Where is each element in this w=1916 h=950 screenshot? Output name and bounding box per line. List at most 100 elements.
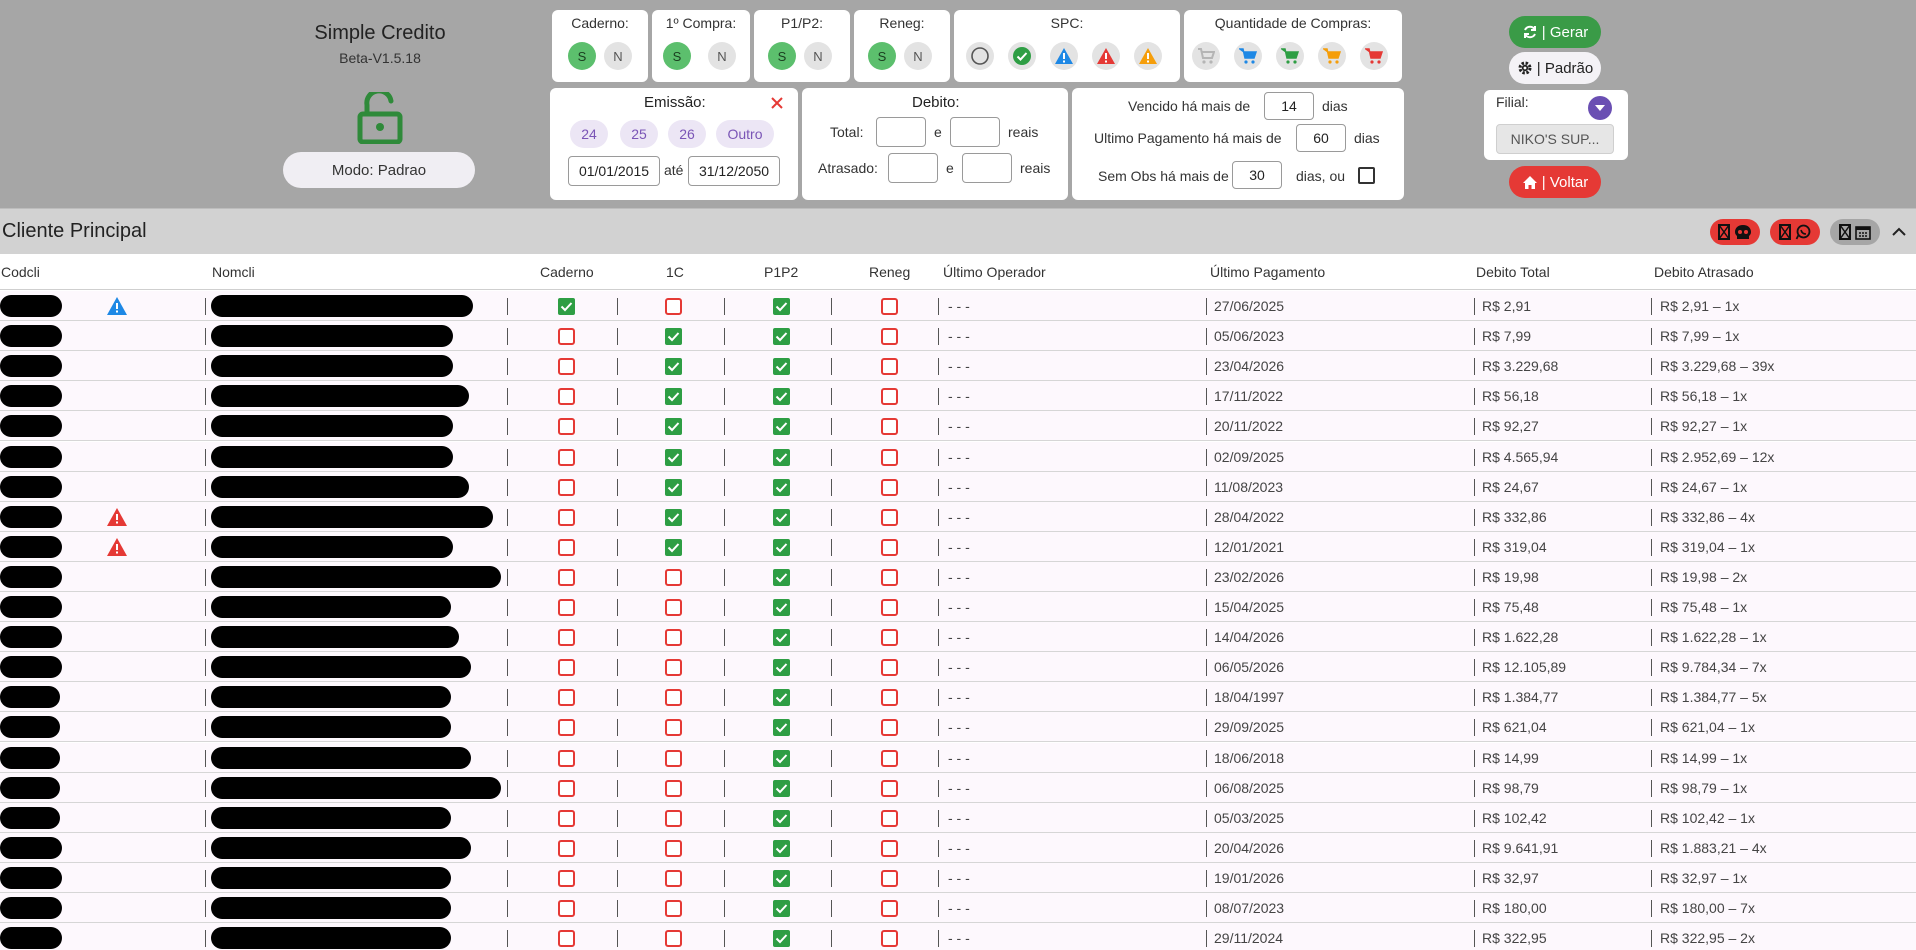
reneg-checkbox[interactable] — [881, 298, 898, 315]
col-ultimo-operador[interactable]: Último Operador — [943, 264, 1046, 280]
c1-checkbox[interactable] — [665, 809, 682, 827]
caderno-checkbox[interactable] — [558, 358, 575, 376]
caderno-checkbox[interactable] — [558, 900, 575, 917]
table-row[interactable]: - - - 14/04/2026 R$ 1.622,28 R$ 1.622,28 – … — [0, 622, 1916, 653]
sem-obs-checkbox[interactable] — [1358, 167, 1375, 184]
unlocked-padlock-icon[interactable] — [357, 88, 403, 145]
caderno-checkbox[interactable] — [558, 599, 575, 616]
c1-checkbox[interactable] — [665, 478, 682, 496]
reneg-n-toggle[interactable]: N — [904, 42, 932, 70]
col-ultimo-pagamento[interactable]: Último Pagamento — [1210, 264, 1325, 280]
p1p2-checkbox[interactable] — [773, 508, 790, 526]
voltar-button[interactable]: | Voltar — [1509, 166, 1601, 198]
empty-circle-icon[interactable] — [966, 42, 994, 70]
block-calendar-button[interactable] — [1830, 219, 1880, 245]
c1-checkbox[interactable] — [665, 599, 682, 616]
p1p2-checkbox[interactable] — [773, 839, 790, 857]
p1p2-checkbox[interactable] — [773, 629, 790, 647]
filial-value-button[interactable]: NIKO'S SUP... — [1496, 124, 1614, 154]
caderno-checkbox[interactable] — [558, 689, 575, 707]
p1p2-checkbox[interactable] — [773, 930, 790, 948]
reneg-checkbox[interactable] — [881, 538, 898, 556]
table-row[interactable]: - - - 29/09/2025 R$ 621,04 R$ 621,04 – 1x — [0, 712, 1916, 743]
filial-dropdown-chevron-down-icon[interactable] — [1588, 96, 1612, 120]
mode-button[interactable]: Modo: Padrao — [283, 152, 475, 188]
c1-checkbox[interactable] — [665, 388, 682, 406]
c1-checkbox[interactable] — [665, 568, 682, 586]
caderno-checkbox[interactable] — [558, 538, 575, 556]
table-row[interactable]: - - - 05/06/2023 R$ 7,99 R$ 7,99 – 1x — [0, 321, 1916, 352]
caderno-checkbox[interactable] — [558, 568, 575, 586]
p1p2-checkbox[interactable] — [773, 358, 790, 376]
table-row[interactable]: - - - 18/04/1997 R$ 1.384,77 R$ 1.384,77 – … — [0, 682, 1916, 713]
c1-checkbox[interactable] — [665, 328, 682, 346]
debito-total-max-input[interactable] — [950, 117, 1000, 147]
caderno-checkbox[interactable] — [558, 749, 575, 767]
col-caderno[interactable]: Caderno — [540, 264, 594, 280]
reneg-checkbox[interactable] — [881, 328, 898, 346]
emissao-year-outro[interactable]: Outro — [716, 120, 774, 148]
c1-checkbox[interactable] — [665, 869, 682, 887]
vencido-days-input[interactable]: 14 — [1264, 92, 1314, 120]
reneg-checkbox[interactable] — [881, 388, 898, 406]
c1-checkbox[interactable] — [665, 629, 682, 647]
p1p2-checkbox[interactable] — [773, 538, 790, 556]
cart-grey-icon[interactable] — [1192, 42, 1220, 70]
cart-green-icon[interactable] — [1276, 42, 1304, 70]
blue-warning-icon[interactable] — [1050, 42, 1078, 70]
caderno-checkbox[interactable] — [558, 298, 575, 315]
emissao-year-25[interactable]: 25 — [620, 120, 658, 148]
c1-checkbox[interactable] — [665, 659, 682, 677]
p1p2-checkbox[interactable] — [773, 689, 790, 707]
reneg-checkbox[interactable] — [881, 930, 898, 948]
caderno-checkbox[interactable] — [558, 809, 575, 827]
caderno-checkbox[interactable] — [558, 629, 575, 647]
caderno-checkbox[interactable] — [558, 719, 575, 737]
ultimo-pagamento-days-input[interactable]: 60 — [1296, 124, 1346, 152]
caderno-checkbox[interactable] — [558, 869, 575, 887]
c1-checkbox[interactable] — [665, 418, 682, 436]
table-row[interactable]: - - - 06/08/2025 R$ 98,79 R$ 98,79 – 1x — [0, 772, 1916, 803]
p1p2-checkbox[interactable] — [773, 749, 790, 767]
reneg-checkbox[interactable] — [881, 779, 898, 797]
c1-checkbox[interactable] — [665, 689, 682, 707]
col-debito-total[interactable]: Debito Total — [1476, 264, 1550, 280]
reneg-checkbox[interactable] — [881, 869, 898, 887]
padrao-button[interactable]: | Padrão — [1509, 52, 1601, 84]
reneg-checkbox[interactable] — [881, 478, 898, 496]
table-row[interactable]: - - - 29/11/2024 R$ 322,95 R$ 322,95 – 2x — [0, 923, 1916, 950]
reneg-checkbox[interactable] — [881, 448, 898, 466]
caderno-checkbox[interactable] — [558, 508, 575, 526]
p1p2-checkbox[interactable] — [773, 659, 790, 677]
block-skull-button[interactable] — [1710, 219, 1760, 245]
table-row[interactable]: - - - 28/04/2022 R$ 332,86 R$ 332,86 – 4x — [0, 501, 1916, 532]
caderno-checkbox[interactable] — [558, 418, 575, 436]
caderno-checkbox[interactable] — [558, 659, 575, 677]
debito-total-min-input[interactable] — [876, 117, 926, 147]
cart-orange-icon[interactable] — [1318, 42, 1346, 70]
debito-atrasado-min-input[interactable] — [888, 153, 938, 183]
check-circle-icon[interactable] — [1008, 42, 1036, 70]
table-row[interactable]: - - - 20/04/2026 R$ 9.641,91 R$ 1.883,21 – … — [0, 832, 1916, 863]
c1-checkbox[interactable] — [665, 900, 682, 917]
table-row[interactable]: - - - 06/05/2026 R$ 12.105,89 R$ 9.784,34 –… — [0, 652, 1916, 683]
col-reneg[interactable]: Reneg — [869, 264, 910, 280]
block-whatsapp-button[interactable] — [1770, 219, 1820, 245]
col-codcli[interactable]: Codcli — [1, 264, 40, 280]
caderno-checkbox[interactable] — [558, 448, 575, 466]
reneg-checkbox[interactable] — [881, 900, 898, 917]
reneg-checkbox[interactable] — [881, 719, 898, 737]
reneg-checkbox[interactable] — [881, 568, 898, 586]
col-nomcli[interactable]: Nomcli — [212, 264, 255, 280]
table-row[interactable]: - - - 23/02/2026 R$ 19,98 R$ 19,98 – 2x — [0, 561, 1916, 592]
clear-emissao-close-icon[interactable] — [768, 94, 786, 112]
reneg-checkbox[interactable] — [881, 689, 898, 707]
table-row[interactable]: - - - 11/08/2023 R$ 24,67 R$ 24,67 – 1x — [0, 471, 1916, 502]
p1p2-checkbox[interactable] — [773, 448, 790, 466]
caderno-checkbox[interactable] — [558, 388, 575, 406]
table-row[interactable]: - - - 23/04/2026 R$ 3.229,68 R$ 3.229,68 – … — [0, 351, 1916, 382]
emissao-year-24[interactable]: 24 — [570, 120, 608, 148]
table-row[interactable]: - - - 27/06/2025 R$ 2,91 R$ 2,91 – 1x — [0, 291, 1916, 321]
reneg-checkbox[interactable] — [881, 809, 898, 827]
table-row[interactable]: - - - 15/04/2025 R$ 75,48 R$ 75,48 – 1x — [0, 592, 1916, 622]
